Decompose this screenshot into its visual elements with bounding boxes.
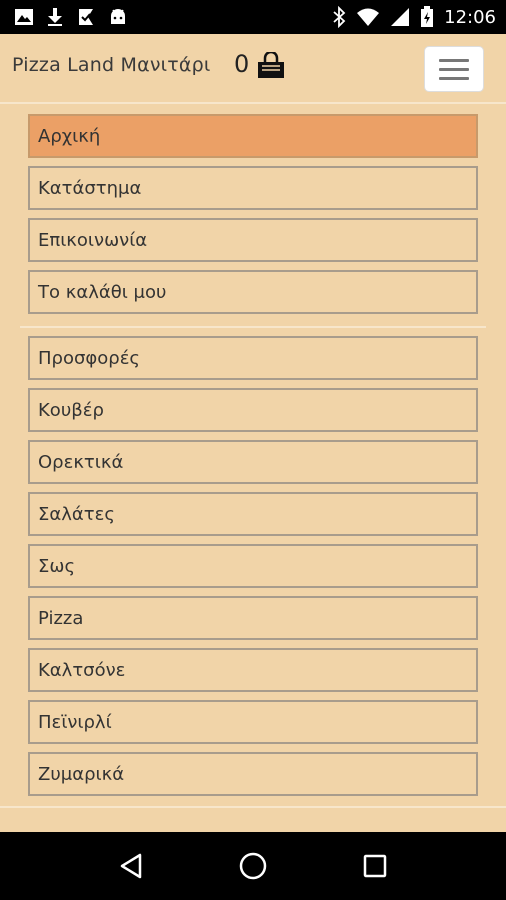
menu-toggle-button[interactable] <box>424 46 484 92</box>
nav-item-contact[interactable]: Επικοινωνία <box>28 218 478 262</box>
category-item-pasta[interactable]: Ζυμαρικά <box>28 752 478 796</box>
status-bar: 12:06 <box>0 0 506 34</box>
footer-divider <box>0 806 506 808</box>
menu-divider <box>20 326 486 328</box>
status-time: 12:06 <box>444 6 496 28</box>
home-button[interactable] <box>223 836 283 896</box>
back-triangle-icon <box>120 853 142 879</box>
battery-icon <box>420 6 434 28</box>
category-item-cover[interactable]: Κουβέρ <box>28 388 478 432</box>
brand-link[interactable]: Pizza Land Μανιτάρι <box>12 54 212 76</box>
system-nav-bar <box>0 832 506 900</box>
nav-item-home[interactable]: Αρχική <box>28 114 478 158</box>
home-circle-icon <box>239 852 267 880</box>
back-button[interactable] <box>101 836 161 896</box>
category-item-pizza[interactable]: Pizza <box>28 596 478 640</box>
category-item-salads[interactable]: Σαλάτες <box>28 492 478 536</box>
signal-icon <box>390 7 410 27</box>
recents-button[interactable] <box>345 836 405 896</box>
category-item-calzone[interactable]: Καλτσόνε <box>28 648 478 692</box>
nav-item-shop[interactable]: Κατάστημα <box>28 166 478 210</box>
wifi-icon <box>356 7 380 27</box>
cart-count[interactable]: 0 <box>234 50 249 78</box>
category-item-peinirli[interactable]: Πεϊνιρλί <box>28 700 478 744</box>
category-nav: Προσφορές Κουβέρ Ορεκτικά Σαλάτες Σως Pi… <box>0 336 506 796</box>
bluetooth-icon <box>332 6 346 28</box>
primary-nav: Αρχική Κατάστημα Επικοινωνία Το καλάθι μ… <box>0 114 506 314</box>
status-bar-right: 12:06 <box>332 6 496 28</box>
shopping-bag-icon[interactable] <box>256 50 286 84</box>
category-item-offers[interactable]: Προσφορές <box>28 336 478 380</box>
task-icon <box>76 7 96 27</box>
category-item-sauces[interactable]: Σως <box>28 544 478 588</box>
image-icon <box>14 7 34 27</box>
navigation-menu: Αρχική Κατάστημα Επικοινωνία Το καλάθι μ… <box>0 106 506 806</box>
nav-item-my-cart[interactable]: Το καλάθι μου <box>28 270 478 314</box>
android-icon <box>108 7 128 27</box>
category-item-appetizers[interactable]: Ορεκτικά <box>28 440 478 484</box>
status-bar-left <box>14 7 128 27</box>
app-header: Pizza Land Μανιτάρι 0 <box>0 34 506 104</box>
download-icon <box>46 7 64 27</box>
recents-square-icon <box>363 854 387 878</box>
hamburger-icon <box>439 58 469 62</box>
